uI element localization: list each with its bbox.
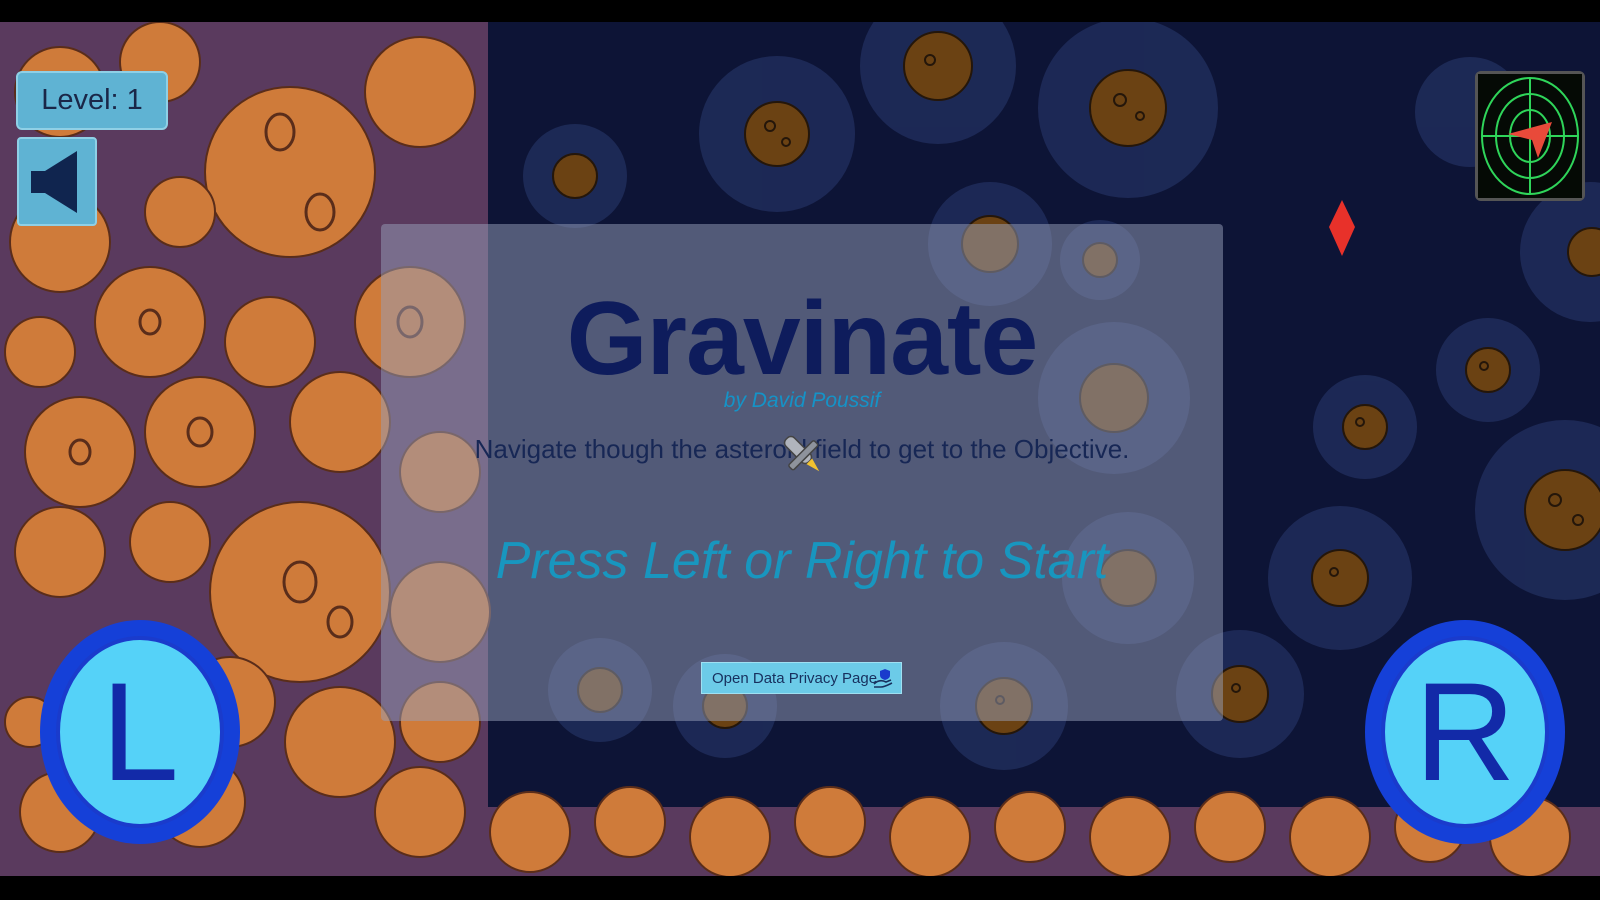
objective-marker [1329,200,1355,256]
left-control-button[interactable]: L [40,620,240,844]
privacy-hand-icon [873,669,893,688]
author-credit: by David Poussif [723,389,881,412]
open-data-privacy-button[interactable]: Open Data Privacy Page [701,662,902,694]
radar-minimap [1475,71,1585,201]
level-indicator: Level: 1 [16,71,168,130]
speaker-icon [31,151,77,213]
game-title: Gravinate [566,281,1039,397]
start-prompt: Press Left or Right to Start [495,532,1109,590]
game-viewport: Level: 1 Gravinate by David Poussif Navi… [0,22,1600,876]
instructions-text: Navigate though the asteroid field to ge… [474,434,1130,464]
level-text: Level: 1 [41,84,143,116]
letterbox-top [0,0,1600,22]
left-control-label: L [101,653,179,810]
letterbox-bottom [0,876,1600,900]
right-control-label: R [1414,653,1516,810]
privacy-button-label: Open Data Privacy Page [712,669,878,687]
radar-icon [1478,74,1582,198]
sound-toggle-button[interactable] [17,137,97,226]
right-control-button[interactable]: R [1365,620,1565,844]
